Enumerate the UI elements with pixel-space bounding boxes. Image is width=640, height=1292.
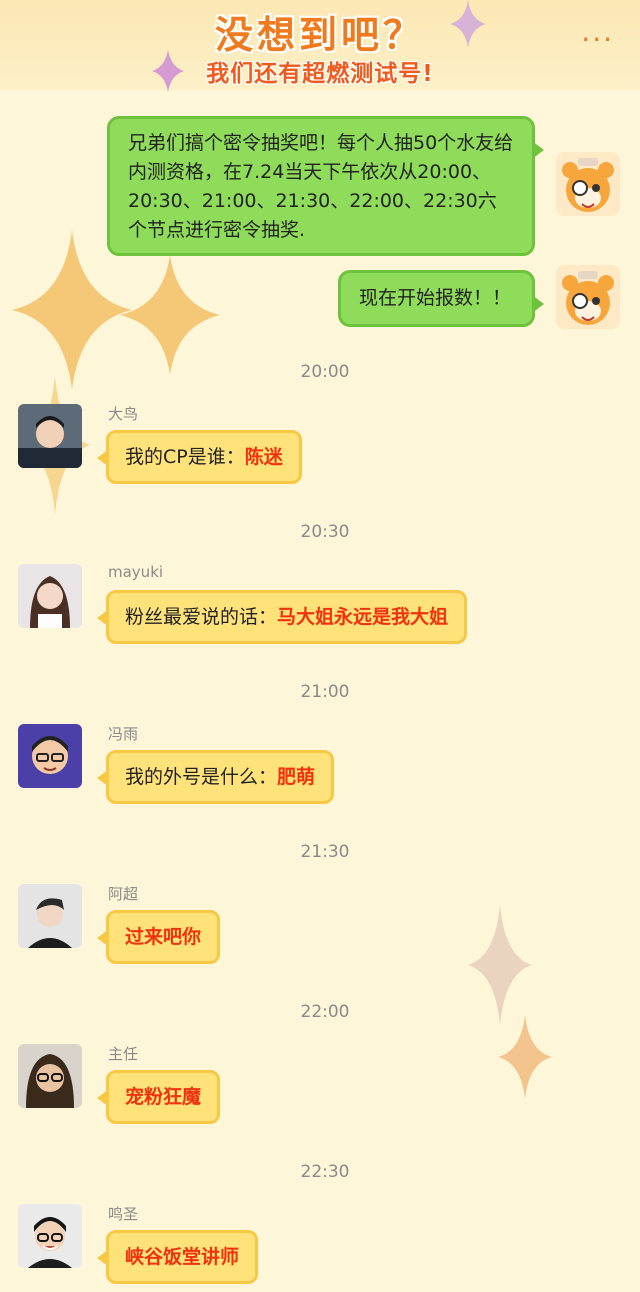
avatar[interactable]	[18, 564, 82, 628]
sparkle-icon	[498, 1015, 552, 1099]
timestamp: 22:00	[300, 1002, 350, 1022]
chat-bubble: 粉丝最爱说的话：马大姐永远是我大姐	[96, 590, 468, 644]
timestamp: 21:30	[300, 842, 350, 862]
user-avatar-icon	[18, 884, 82, 948]
avatar[interactable]	[18, 1204, 82, 1268]
chat-bubble: 我的外号是什么：肥萌	[96, 750, 335, 804]
sender-name: 鸣圣	[108, 1205, 139, 1223]
mascot-avatar[interactable]	[556, 265, 620, 329]
chat-bubble: 宠粉狂魔	[96, 1070, 221, 1124]
host-message-bubble: 兄弟们搞个密令抽奖吧！每个人抽50个水友给内测资格，在7.24当天下午依次从20…	[107, 116, 544, 256]
chat-bubble: 峡谷饭堂讲师	[96, 1230, 259, 1284]
sparkle-icon	[120, 255, 220, 375]
user-avatar-icon	[18, 404, 82, 468]
avatar[interactable]	[18, 724, 82, 788]
user-avatar-icon	[18, 1044, 82, 1108]
avatar[interactable]	[18, 884, 82, 948]
sender-name: 阿超	[108, 885, 139, 903]
timestamp: 22:30	[300, 1162, 350, 1182]
chat-bubble: 过来吧你	[96, 910, 221, 964]
highlight-text: 宠粉狂魔	[125, 1086, 202, 1108]
chat-bubble: 我的CP是谁：陈迷	[97, 430, 302, 484]
highlight-text: 肥萌	[277, 766, 316, 788]
avatar[interactable]	[18, 404, 82, 468]
user-avatar-icon	[18, 724, 82, 788]
timestamp: 21:00	[300, 682, 350, 702]
sparkle-icon	[450, 0, 486, 48]
highlight-text: 马大姐永远是我大姐	[277, 606, 449, 628]
highlight-text: 峡谷饭堂讲师	[125, 1246, 240, 1268]
mascot-face-icon	[556, 152, 620, 216]
message-text: 粉丝最爱说的话：	[125, 606, 278, 628]
sparkle-icon	[152, 50, 184, 92]
sender-name: 主任	[108, 1045, 139, 1063]
user-avatar-icon	[18, 564, 82, 628]
message-text: 我的外号是什么：	[125, 766, 278, 788]
avatar[interactable]	[18, 1044, 82, 1108]
host-message-bubble: 现在开始报数！！	[338, 270, 544, 327]
highlight-text: 过来吧你	[125, 926, 202, 948]
sender-name: 冯雨	[108, 725, 139, 743]
timestamp: 20:00	[300, 362, 350, 382]
mascot-face-icon	[556, 265, 620, 329]
mascot-avatar[interactable]	[556, 152, 620, 216]
sender-name: mayuki	[108, 563, 164, 581]
highlight-text: 陈迷	[244, 446, 283, 468]
page-title: 没想到吧？	[214, 13, 425, 57]
sender-name: 大鸟	[108, 405, 139, 423]
user-avatar-icon	[18, 1204, 82, 1268]
timestamp: 20:30	[300, 522, 350, 542]
more-dots-icon[interactable]: ···	[581, 26, 614, 54]
header-banner: 没想到吧？ 我们还有超燃测试号! ···	[0, 0, 640, 90]
message-text: 我的CP是谁：	[125, 446, 245, 468]
page-subtitle: 我们还有超燃测试号!	[206, 61, 434, 87]
